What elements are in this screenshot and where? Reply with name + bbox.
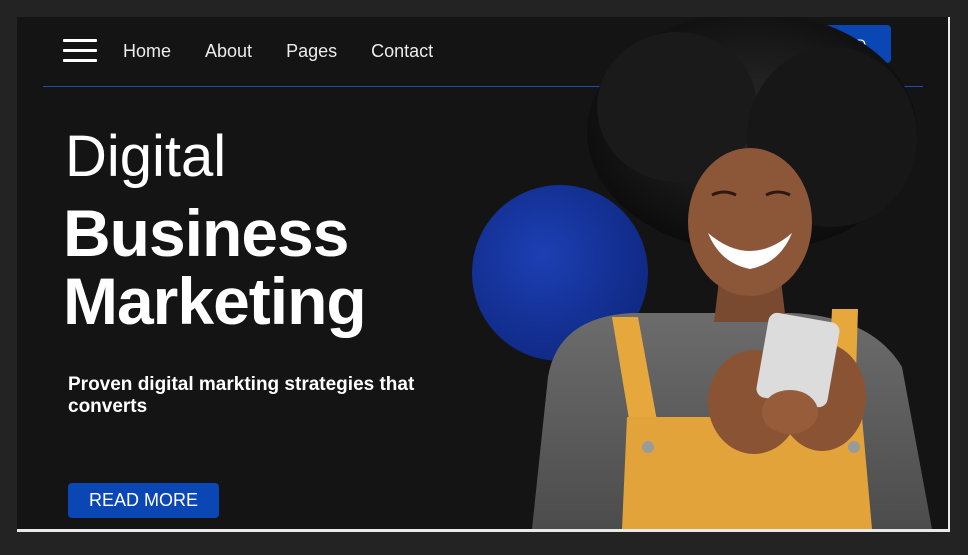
headline-line-1: Digital [65,124,227,189]
headline-marketing: Marketing [63,264,367,338]
headline-business: Business [63,196,349,270]
headline-line-2: Business Marketing [63,196,367,338]
face-shape [688,148,812,296]
hero-photo [472,17,932,529]
read-more-button[interactable]: READ MORE [68,483,219,518]
hamburger-menu-icon[interactable] [63,39,97,63]
hero-banner: Home About Pages Contact GET STARTED [17,17,950,532]
nav-item-home[interactable]: Home [123,39,171,63]
nav-item-about[interactable]: About [205,39,252,63]
nav-item-contact[interactable]: Contact [371,39,433,63]
hero-subtitle: Proven digital markting strategies that … [68,374,415,417]
nav-item-pages[interactable]: Pages [286,39,337,63]
main-nav: Home About Pages Contact [123,39,467,63]
